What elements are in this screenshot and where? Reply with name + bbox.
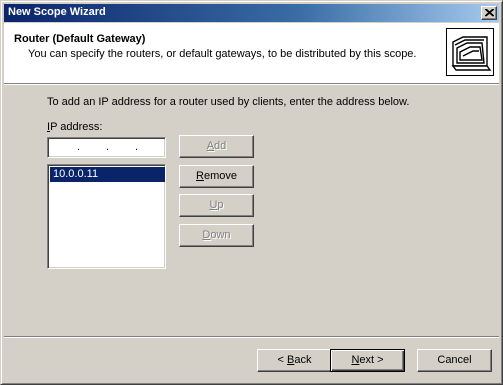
wizard-window: New Scope Wizard Router (Default Gateway… [0,0,503,385]
folder-stack-icon [446,28,494,76]
up-button[interactable]: Up [179,194,254,217]
ip-address-label: IP address: [47,121,102,133]
window-title: New Scope Wizard [8,6,106,18]
octet-dot: . [77,141,81,153]
back-button[interactable]: < Back [257,349,332,372]
remove-button[interactable]: Remove [179,165,254,188]
add-accel: A [206,140,215,152]
title-bar[interactable]: New Scope Wizard [4,4,499,22]
cancel-button[interactable]: Cancel [417,349,492,372]
up-label: p [217,199,224,211]
octet-dot: . [106,141,110,153]
close-button[interactable] [481,6,497,20]
ip-label-rest: P address: [50,121,103,133]
back-prefix: < [277,354,287,366]
ip-octet-separators: . . . [48,141,165,155]
add-button[interactable]: Add [179,135,254,158]
footer-separator [4,336,499,338]
router-list[interactable]: 10.0.0.11 [47,164,166,269]
next-label: ext > [359,354,384,366]
header-title: Router (Default Gateway) [14,33,146,45]
ip-address-input[interactable]: . . . [47,137,166,158]
octet-dot: . [135,141,139,153]
down-label: own [210,229,231,241]
next-button[interactable]: Next > [330,349,405,372]
close-icon [485,9,494,17]
header-subtitle: You can specify the routers, or default … [28,48,417,60]
wizard-header: Router (Default Gateway) You can specify… [4,23,499,83]
instruction-text: To add an IP address for a router used b… [47,96,410,108]
remove-label: emove [203,170,237,182]
down-button[interactable]: Down [179,224,254,247]
router-list-item[interactable]: 10.0.0.11 [50,167,165,182]
remove-accel: R [196,170,204,182]
add-label: dd [214,140,227,152]
header-separator [4,83,499,85]
back-label: ack [294,354,312,366]
